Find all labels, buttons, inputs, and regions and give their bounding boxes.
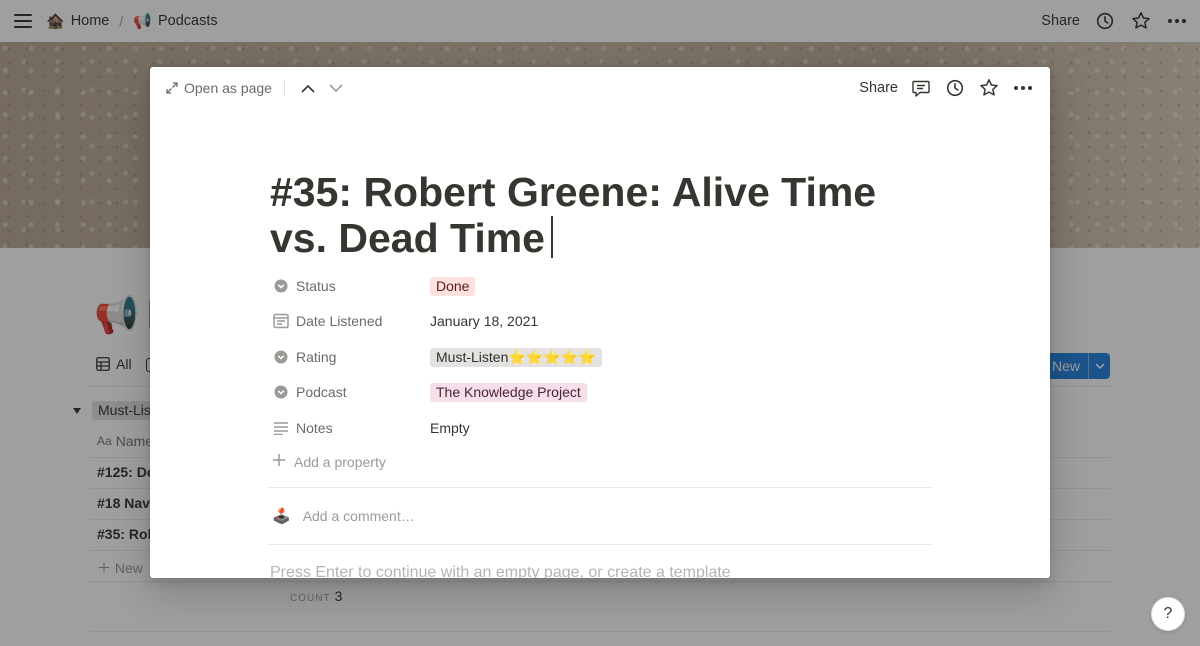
more-options-icon[interactable] — [1012, 77, 1034, 99]
next-page-chevron-down-icon[interactable] — [325, 77, 347, 99]
podcast-tag[interactable]: The Knowledge Project — [430, 382, 587, 402]
date-value[interactable]: January 18, 2021 — [430, 313, 538, 329]
notes-empty-value[interactable]: Empty — [430, 420, 470, 436]
text-icon — [272, 419, 290, 437]
property-date-listened[interactable]: Date Listened January 18, 2021 — [272, 307, 538, 335]
history-clock-icon[interactable] — [944, 77, 966, 99]
comment-input[interactable]: 🕹️ Add a comment… — [272, 507, 415, 525]
modal-toolbar: Open as page Share — [150, 67, 1050, 109]
property-notes[interactable]: Notes Empty — [272, 414, 470, 442]
calendar-icon — [272, 312, 290, 330]
toolbar-divider — [283, 80, 285, 96]
user-avatar-icon: 🕹️ — [272, 508, 291, 525]
add-property-button[interactable]: Add a property — [272, 453, 386, 470]
property-name: Rating — [296, 349, 337, 365]
property-name: Status — [296, 278, 336, 294]
expand-diagonal-icon — [166, 82, 178, 94]
property-name: Date Listened — [296, 313, 383, 329]
plus-icon — [272, 453, 286, 470]
property-name: Podcast — [296, 384, 347, 400]
status-tag[interactable]: Done — [430, 276, 476, 296]
empty-page-hint[interactable]: Press Enter to continue with an empty pa… — [270, 564, 731, 578]
open-as-page-label: Open as page — [184, 80, 272, 96]
divider — [268, 487, 932, 488]
page-title-text[interactable]: #35: Robert Greene: Alive Time vs. Dead … — [270, 169, 876, 261]
property-name: Notes — [296, 420, 333, 436]
page-peek-modal: Open as page Share #35: Robert Greene: A… — [150, 67, 1050, 578]
page-title[interactable]: #35: Robert Greene: Alive Time vs. Dead … — [270, 169, 910, 261]
previous-page-chevron-up-icon[interactable] — [297, 77, 319, 99]
select-icon — [272, 348, 290, 366]
modal-share-button[interactable]: Share — [859, 80, 898, 96]
comments-icon[interactable] — [910, 77, 932, 99]
favorite-star-icon[interactable] — [978, 77, 1000, 99]
help-button[interactable]: ? — [1151, 597, 1185, 631]
select-icon — [272, 277, 290, 295]
property-rating[interactable]: Rating Must-Listen⭐⭐⭐⭐⭐ — [272, 343, 602, 371]
add-property-label: Add a property — [294, 453, 386, 470]
text-cursor — [551, 216, 553, 258]
comment-placeholder[interactable]: Add a comment… — [303, 508, 415, 524]
property-status[interactable]: Status Done — [272, 272, 476, 300]
select-icon — [272, 383, 290, 401]
open-as-page-button[interactable]: Open as page — [166, 80, 272, 96]
property-podcast[interactable]: Podcast The Knowledge Project — [272, 378, 587, 406]
rating-tag[interactable]: Must-Listen⭐⭐⭐⭐⭐ — [430, 347, 602, 367]
divider — [268, 544, 932, 545]
